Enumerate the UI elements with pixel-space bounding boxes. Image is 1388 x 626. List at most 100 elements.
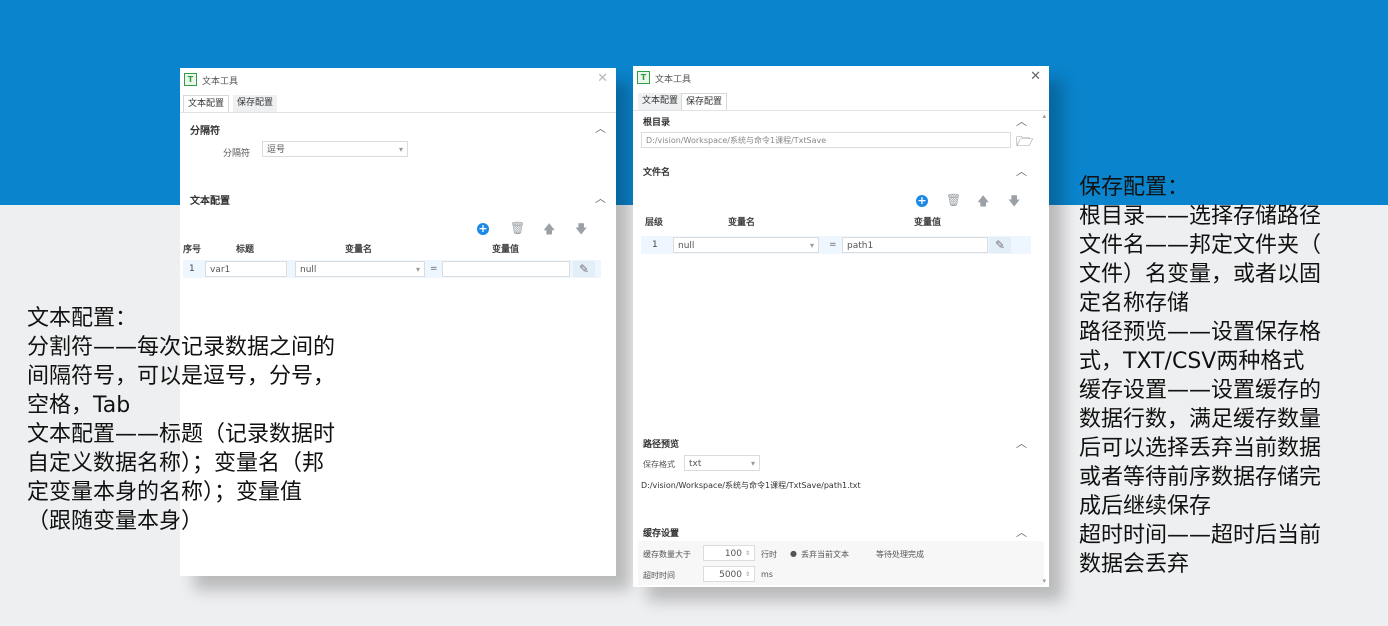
window-title: 文本工具 [202,77,239,87]
chevron-up-icon[interactable]: ︿ [1016,435,1027,451]
right-annotation-line: 缓存设置——设置缓存的 [1079,378,1322,403]
cache-count-value: 100 [724,549,742,559]
right-annotation-line: 路径预览——设置保存格 [1079,320,1322,345]
text-tool-window-save-config: T 文本工具 ✕ 文本配置 保存配置 根目录 ︿ ▴ D:/vision/Wor… [633,66,1049,587]
add-icon[interactable]: + [916,195,928,207]
equals-sign: = [430,264,438,274]
right-annotation-line: 文件名——邦定文件夹（ [1079,233,1322,258]
tab-save-config[interactable]: 保存配置 [681,93,728,111]
title-bar: T 文本工具 ✕ [180,68,616,92]
chevron-up-icon[interactable]: ︿ [1016,524,1027,540]
chevron-down-icon: ▾ [750,459,755,468]
cache-count-stepper[interactable]: 100 ⇕ [703,545,755,561]
cache-count-label: 缓存数量大于 [643,550,691,559]
close-icon[interactable]: ✕ [1030,69,1041,84]
left-annotation-line: 定变量本身的名称）；变量值 [27,480,303,505]
right-annotation-line: 保存配置： [1079,175,1190,200]
column-header-index: 序号 [183,245,202,255]
scroll-down-icon[interactable]: ▾ [1042,577,1046,585]
delete-icon[interactable]: 🗑 [510,221,525,235]
left-annotation-line: （跟随变量本身） [27,509,204,534]
right-annotation-line: 成后继续保存 [1079,494,1212,519]
left-annotation-line: 自定义数据名称）；变量名（邦 [27,451,325,476]
chevron-down-icon: ▾ [415,265,420,274]
column-header-value: 变量值 [914,218,942,228]
text-config-section-title: 文本配置 [190,196,230,207]
edit-icon[interactable]: ✎ [573,261,595,277]
delete-icon[interactable]: 🗑 [946,193,961,207]
row-title-input[interactable]: var1 [205,261,287,277]
path-preview-section-title: 路径预览 [643,440,680,450]
chevron-down-icon: ▾ [398,145,403,154]
stepper-icon[interactable]: ⇕ [745,546,750,562]
left-annotation-line: 间隔符号，可以是逗号，分号， [27,364,336,389]
tab-save-config[interactable]: 保存配置 [233,95,278,112]
chevron-down-icon: ▾ [809,241,814,250]
row-variable-select[interactable]: null ▾ [295,261,425,277]
chevron-up-icon[interactable]: ︿ [1016,163,1027,179]
right-annotation-line: 定名称存储 [1079,291,1190,316]
column-header-variable: 变量名 [728,218,756,228]
left-annotation-line: 文本配置——标题（记录数据时 [27,422,336,447]
left-annotation: 文本配置： 分割符——每次记录数据之间的 间隔符号，可以是逗号，分号， 空格，T… [27,304,335,536]
chevron-up-icon[interactable]: ︿ [1016,113,1027,129]
column-header-value: 变量值 [492,245,520,255]
right-annotation-line: 文件）名变量，或者以固 [1079,262,1322,287]
root-path-field[interactable]: D:/vision/Workspace/系统与命令1课程/TxtSave [641,132,1011,148]
cache-count-unit: 行时 [761,550,777,559]
save-format-select[interactable]: txt ▾ [684,455,760,471]
radio-selected-icon[interactable]: ● [790,549,797,558]
right-annotation-line: 式，TXT/CSV两种格式 [1079,349,1305,374]
tab-divider [633,110,1049,111]
move-down-icon[interactable]: 🡇 [1008,192,1020,213]
right-annotation-line: 根目录——选择存储路径 [1079,204,1322,229]
row-variable-select[interactable]: null ▾ [673,237,819,253]
chevron-up-icon[interactable]: ︿ [595,190,606,206]
right-annotation-line: 或者等待前序数据存储完 [1079,465,1322,490]
separator-value: 逗号 [267,145,286,155]
move-up-icon[interactable]: 🡅 [977,192,989,213]
left-annotation-line: 文本配置： [27,306,138,331]
option-wait-label[interactable]: 等待处理完成 [876,549,924,560]
row-value-input[interactable] [442,261,570,277]
root-section-title: 根目录 [643,118,671,128]
cache-settings-panel [638,541,1044,585]
right-annotation: 保存配置： 根目录——选择存储路径 文件名——邦定文件夹（ 文件）名变量，或者以… [1079,173,1321,579]
tab-divider [180,112,616,113]
folder-open-icon[interactable]: 🗁 [1016,131,1033,155]
cache-section-title: 缓存设置 [643,529,680,539]
root-path-value: D:/vision/Workspace/系统与命令1课程/TxtSave [646,136,827,145]
row-variable-value: null [300,265,317,275]
row-title-value: var1 [210,265,231,275]
row-value-input[interactable]: path1 [842,237,988,253]
separator-section-title: 分隔符 [190,126,220,137]
right-annotation-line: 数据行数，满足缓存数量 [1079,407,1322,432]
column-header-level: 层级 [645,218,664,228]
separator-select[interactable]: 逗号 ▾ [262,141,408,157]
separator-label: 分隔符 [223,149,251,159]
close-icon[interactable]: ✕ [597,71,608,86]
edit-icon[interactable]: ✎ [989,237,1011,253]
option-discard-label[interactable]: 丢弃当前文本 [801,549,849,560]
path-preview-text: D:/vision/Workspace/系统与命令1课程/TxtSave/pat… [641,481,861,490]
timeout-stepper[interactable]: 5000 ⇕ [703,566,755,582]
stepper-icon[interactable]: ⇕ [745,567,750,583]
row-value: path1 [847,241,874,251]
save-format-label: 保存格式 [643,460,675,469]
move-up-icon[interactable]: 🡅 [543,220,555,241]
row-index: 1 [189,264,195,274]
left-annotation-line: 空格，Tab [27,393,131,418]
title-bar: T 文本工具 ✕ [633,66,1049,90]
timeout-unit: ms [761,570,773,579]
save-format-value: txt [689,459,702,469]
add-icon[interactable]: + [477,223,489,235]
move-down-icon[interactable]: 🡇 [575,220,587,241]
tab-text-config[interactable]: 文本配置 [183,95,230,113]
timeout-label: 超时时间 [643,571,675,580]
right-annotation-line: 后可以选择丢弃当前数据 [1079,436,1322,461]
right-annotation-line: 超时时间——超时后当前 [1079,523,1322,548]
window-title: 文本工具 [655,75,692,85]
chevron-up-icon[interactable]: ︿ [595,120,606,136]
tab-text-config[interactable]: 文本配置 [638,93,683,110]
scroll-up-icon[interactable]: ▴ [1042,112,1046,120]
